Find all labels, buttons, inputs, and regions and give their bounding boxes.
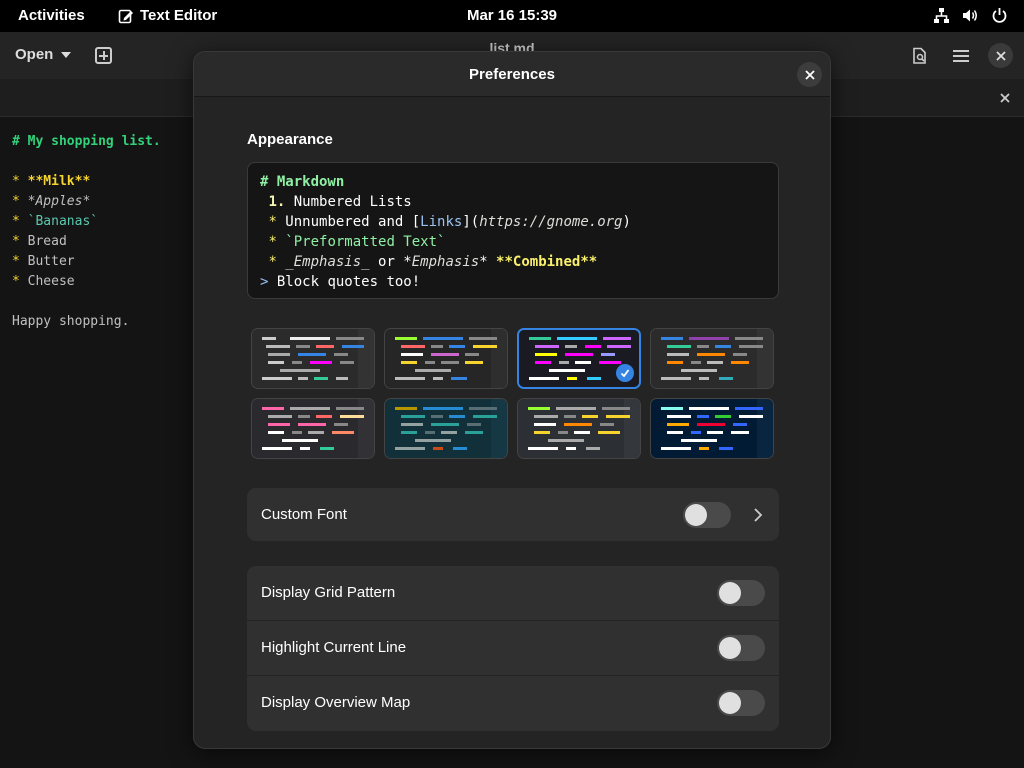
display-overview-map-label: Display Overview Map <box>261 694 411 711</box>
tab-close-icon[interactable] <box>998 91 1012 105</box>
custom-font-switch[interactable] <box>683 502 731 528</box>
preview-code: `Preformatted Text` <box>276 234 446 250</box>
list-item: Bread <box>27 234 67 249</box>
power-icon <box>992 8 1007 23</box>
clock-label[interactable]: Mar 16 15:39 <box>467 7 557 24</box>
list-bullet: * <box>12 174 28 189</box>
activities-button[interactable]: Activities <box>18 7 85 24</box>
custom-font-group: Custom Font <box>247 488 779 541</box>
network-icon <box>934 8 949 23</box>
app-menu[interactable]: Text Editor <box>118 7 217 24</box>
checkmark-icon <box>616 364 634 382</box>
preview-bullet: * <box>268 234 277 250</box>
preferences-dialog: Preferences Appearance # Markdown 1. Num… <box>193 51 831 749</box>
style-scheme-2[interactable] <box>384 328 508 389</box>
preview-combined: **Combined** <box>496 254 598 270</box>
app-name: Text Editor <box>140 7 218 24</box>
volume-icon <box>963 9 977 22</box>
style-scheme-8[interactable] <box>650 398 774 459</box>
list-item: Cheese <box>27 274 75 289</box>
style-scheme-4[interactable] <box>650 328 774 389</box>
display-grid-pattern-switch[interactable] <box>717 580 765 606</box>
dialog-title: Preferences <box>469 66 555 83</box>
display-overview-map-switch[interactable] <box>717 690 765 716</box>
hamburger-menu-icon <box>953 50 969 62</box>
preview-link: Links <box>420 214 463 230</box>
preview-bullet: * <box>268 254 277 270</box>
preview-emphasis: Emphasis <box>411 254 480 270</box>
style-scheme-3[interactable] <box>517 328 641 389</box>
scheme-thumbnail <box>385 329 507 388</box>
switch-knob <box>719 692 741 714</box>
style-scheme-1[interactable] <box>251 328 375 389</box>
preview-heading: # Markdown <box>260 174 345 190</box>
switch-knob <box>719 637 741 659</box>
style-scheme-7[interactable] <box>517 398 641 459</box>
display-grid-pattern-row[interactable]: Display Grid Pattern <box>247 566 779 621</box>
system-tray[interactable] <box>933 7 1008 24</box>
close-icon <box>995 50 1006 61</box>
display-overview-map-row[interactable]: Display Overview Map <box>247 676 779 731</box>
dialog-headerbar: Preferences <box>194 52 830 97</box>
preview-url: https://gnome.org <box>479 214 623 230</box>
list-item: Butter <box>27 254 75 269</box>
preview-text: ]( <box>462 214 480 230</box>
preview-text: Unnumbered and [ <box>276 214 421 230</box>
list-item: *Apples* <box>27 194 91 209</box>
custom-font-label: Custom Font <box>261 506 347 523</box>
highlight-current-line-switch[interactable] <box>717 635 765 661</box>
window-close-button[interactable] <box>988 43 1013 68</box>
document-search-button[interactable] <box>909 45 931 67</box>
list-bullet: * <box>12 254 28 269</box>
scheme-thumbnail <box>252 399 374 458</box>
dialog-close-button[interactable] <box>797 62 822 87</box>
custom-font-row[interactable]: Custom Font <box>247 488 779 541</box>
editor-text-view[interactable]: # My shopping list. * **Milk** * *Apples… <box>12 132 161 332</box>
preview-text: Numbered Lists <box>285 194 412 210</box>
list-item: `Bananas` <box>27 214 99 229</box>
display-options-group: Display Grid Pattern Highlight Current L… <box>247 566 779 731</box>
text-heading: # My shopping list. <box>12 134 161 149</box>
scheme-thumbnail <box>651 329 773 388</box>
chevron-right-icon[interactable] <box>750 507 766 523</box>
list-bullet: * <box>12 214 28 229</box>
display-grid-pattern-label: Display Grid Pattern <box>261 584 396 601</box>
color-scheme-grid <box>251 328 775 460</box>
scheme-thumbnail <box>518 399 640 458</box>
top-bar: Activities Text Editor Mar 16 15:39 <box>0 0 1024 32</box>
highlight-current-line-row[interactable]: Highlight Current Line <box>247 621 779 676</box>
switch-knob <box>719 582 741 604</box>
preview-number: 1. <box>268 194 286 210</box>
switch-knob <box>685 504 707 526</box>
text-editor-icon <box>118 9 133 23</box>
highlight-current-line-label: Highlight Current Line <box>261 639 407 656</box>
list-bullet: * <box>12 274 28 289</box>
scheme-thumbnail <box>252 329 374 388</box>
preview-text: ) <box>622 214 631 230</box>
close-icon <box>804 69 815 80</box>
preview-text: Block quotes too! <box>268 274 421 290</box>
style-scheme-5[interactable] <box>251 398 375 459</box>
appearance-title: Appearance <box>247 131 333 148</box>
list-item: **Milk** <box>27 174 91 189</box>
list-bullet: * <box>12 194 28 209</box>
style-scheme-6[interactable] <box>384 398 508 459</box>
list-bullet: * <box>12 234 28 249</box>
text-footer: Happy shopping. <box>12 314 130 329</box>
scheme-thumbnail <box>385 399 507 458</box>
preview-emphasis: _Emphasis_ <box>276 254 370 270</box>
document-search-icon <box>913 47 926 64</box>
style-preview: # Markdown 1. Numbered Lists * Unnumbere… <box>247 162 779 299</box>
scheme-thumbnail <box>651 399 773 458</box>
preview-text: or * <box>369 254 412 270</box>
preview-bullet: * <box>268 214 277 230</box>
preview-text: * <box>479 254 497 270</box>
main-menu-button[interactable] <box>950 45 972 67</box>
